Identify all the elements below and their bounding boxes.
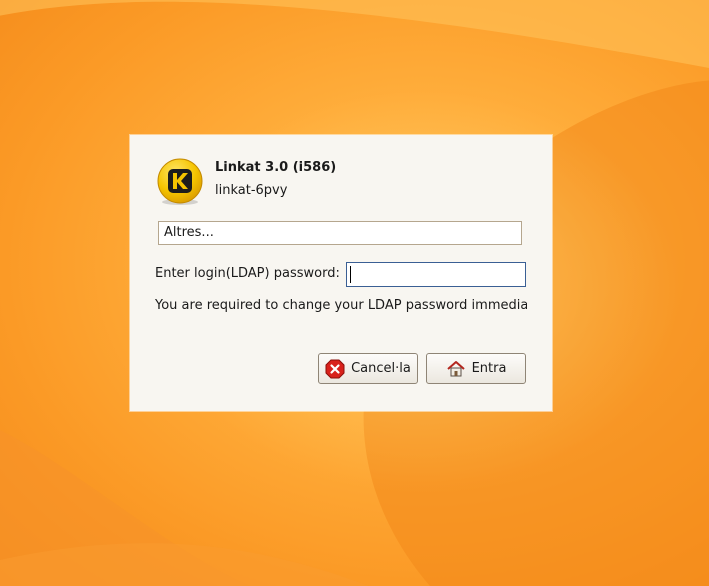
linkat-k-logo-icon — [157, 158, 203, 205]
cancel-icon — [325, 359, 345, 378]
text-caret — [350, 266, 351, 283]
cancel-button-label: Cancel·la — [351, 361, 411, 376]
app-title: Linkat 3.0 (i586) — [215, 160, 337, 175]
login-dialog: Linkat 3.0 (i586) linkat-6pvy Altres... … — [130, 135, 552, 411]
password-input[interactable] — [346, 262, 526, 287]
session-combo[interactable]: Altres... — [158, 221, 522, 245]
password-expiry-message: You are required to change your LDAP pas… — [155, 298, 527, 313]
login-button-label: Entra — [471, 361, 507, 376]
host-name: linkat-6pvy — [215, 183, 288, 198]
password-label: Enter login(LDAP) password: — [155, 266, 340, 281]
login-button[interactable]: Entra — [426, 353, 526, 384]
home-icon — [446, 360, 465, 376]
cancel-button[interactable]: Cancel·la — [318, 353, 418, 384]
